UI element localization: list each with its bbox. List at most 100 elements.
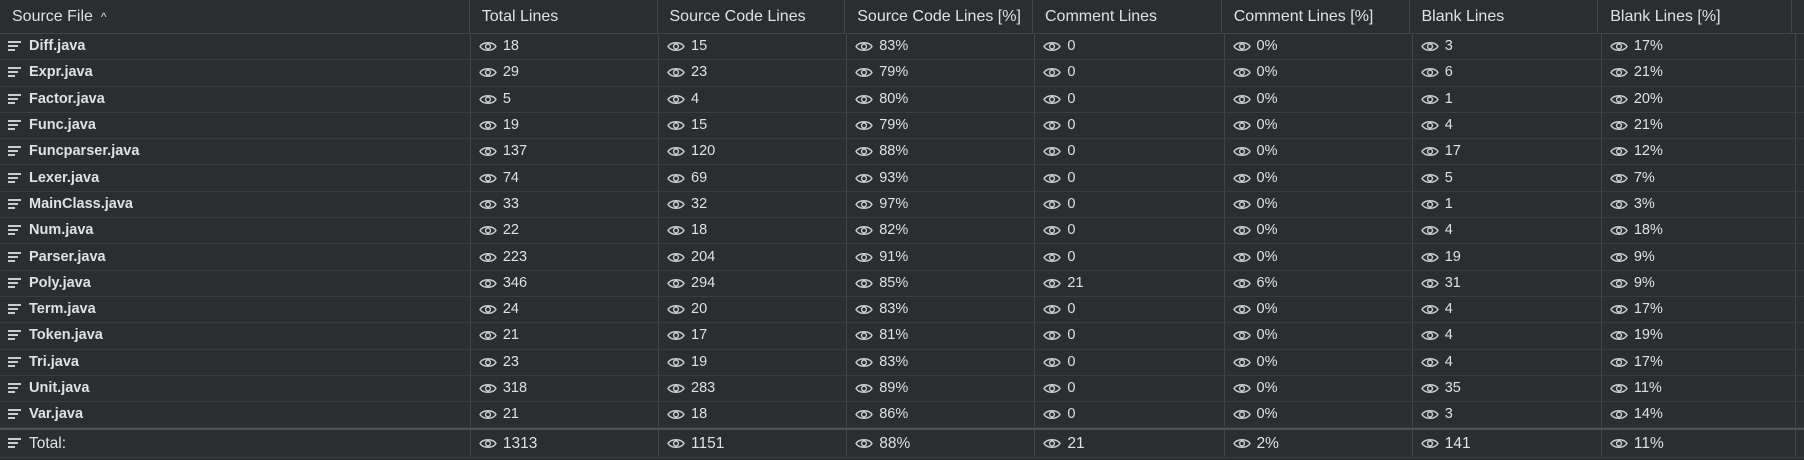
table-row[interactable]: Num.java 22 18 82% 0 0% 4 18% bbox=[0, 218, 1804, 245]
source-file-cell[interactable]: Func.java bbox=[0, 112, 471, 139]
source-code-lines-pct-cell: 82% bbox=[847, 218, 1036, 244]
blank-lines-cell: 17 bbox=[1413, 139, 1602, 165]
comment-lines-cell: 0 bbox=[1035, 402, 1225, 428]
file-name: Poly.java bbox=[29, 274, 91, 291]
source-code-lines-pct-cell: 89% bbox=[847, 375, 1036, 402]
blank-lines-pct-value: 21% bbox=[1633, 117, 1663, 134]
eye-icon bbox=[1420, 251, 1439, 264]
eye-icon bbox=[1420, 356, 1439, 369]
source-file-cell[interactable]: MainClass.java bbox=[0, 191, 471, 218]
sort-ascending-icon[interactable]: ^ bbox=[101, 10, 107, 24]
blank-lines-value: 4 bbox=[1444, 117, 1453, 134]
blank-lines-value: 3 bbox=[1444, 38, 1453, 55]
comment-lines-cell: 0 bbox=[1035, 60, 1225, 86]
total-lines-value: 23 bbox=[502, 353, 519, 370]
source-file-cell[interactable]: Num.java bbox=[0, 218, 471, 244]
table-row[interactable]: Factor.java 5 4 80% 0 0% 1 20% bbox=[0, 86, 1804, 113]
column-header-blank-lines[interactable]: Blank Lines bbox=[1410, 0, 1599, 33]
comment-lines-cell: 0 bbox=[1035, 112, 1225, 139]
eye-icon bbox=[855, 93, 874, 106]
column-header-total-lines[interactable]: Total Lines bbox=[470, 0, 658, 33]
source-code-lines-pct-value: 81% bbox=[879, 327, 909, 344]
blank-lines-cell: 3 bbox=[1413, 34, 1602, 60]
source-file-cell[interactable]: Unit.java bbox=[0, 375, 471, 402]
eye-icon bbox=[667, 145, 685, 158]
source-code-lines-value: 120 bbox=[691, 143, 716, 160]
comment-lines-pct-cell: 0% bbox=[1225, 218, 1413, 244]
eye-icon bbox=[479, 224, 497, 237]
blank-lines-value: 19 bbox=[1444, 248, 1461, 265]
source-code-lines-pct-value: 91% bbox=[879, 248, 909, 265]
total-lines-value: 223 bbox=[502, 248, 528, 265]
source-code-lines-value: 32 bbox=[691, 195, 708, 212]
source-file-cell[interactable]: Funcparser.java bbox=[0, 139, 471, 165]
comment-lines-value: 0 bbox=[1067, 353, 1076, 370]
blank-lines-pct-cell: 21% bbox=[1602, 60, 1796, 86]
eye-icon bbox=[855, 356, 874, 369]
table-row[interactable]: Unit.java 318 283 89% 0 0% 35 11% bbox=[0, 375, 1804, 403]
blank-lines-cell: 35 bbox=[1413, 375, 1602, 402]
total-row[interactable]: Total: 1313 1151 88% 21 2% 141 11% bbox=[0, 428, 1804, 459]
table-row[interactable]: Var.java 21 18 86% 0 0% 3 14% bbox=[0, 402, 1804, 429]
source-file-cell[interactable]: Factor.java bbox=[0, 86, 471, 112]
column-header-comment-lines-pct[interactable]: Comment Lines [%] bbox=[1222, 0, 1410, 33]
eye-icon bbox=[667, 277, 685, 290]
source-file-cell[interactable]: Expr.java bbox=[0, 60, 471, 86]
table-row[interactable]: Expr.java 29 23 79% 0 0% 6 21% bbox=[0, 60, 1804, 87]
column-header-source-code-lines[interactable]: Source Code Lines bbox=[658, 0, 846, 33]
column-header-comment-lines[interactable]: Comment Lines bbox=[1033, 0, 1222, 33]
table-row[interactable]: Funcparser.java 137 120 88% 0 0% 17 12% bbox=[0, 139, 1804, 166]
source-file-cell[interactable]: Tri.java bbox=[0, 349, 471, 375]
table-row[interactable]: Diff.java 18 15 83% 0 0% 3 17% bbox=[0, 34, 1804, 61]
table-row[interactable]: Func.java 19 15 79% 0 0% 4 21% bbox=[0, 112, 1804, 140]
source-file-cell[interactable]: Diff.java bbox=[0, 34, 471, 60]
eye-icon bbox=[667, 356, 685, 369]
column-header-source-file[interactable]: Source File ^ bbox=[0, 0, 470, 33]
row-filler bbox=[1796, 139, 1804, 164]
source-code-lines-pct-value: 80% bbox=[879, 90, 909, 107]
table-row[interactable]: MainClass.java 33 32 97% 0 0% 1 3% bbox=[0, 191, 1804, 219]
source-code-lines-pct-cell: 80% bbox=[847, 86, 1036, 112]
comment-lines-pct-value: 0% bbox=[1256, 169, 1278, 186]
eye-icon bbox=[1043, 172, 1062, 185]
eye-icon bbox=[1610, 356, 1628, 369]
source-file-cell[interactable]: Parser.java bbox=[0, 244, 471, 270]
table-row[interactable]: Tri.java 23 19 83% 0 0% 4 17% bbox=[0, 349, 1804, 376]
source-file-cell[interactable]: Total: bbox=[0, 430, 471, 458]
table-row[interactable]: Poly.java 346 294 85% 21 6% 31 9% bbox=[0, 270, 1804, 297]
source-file-cell[interactable]: Lexer.java bbox=[0, 165, 471, 191]
table-row[interactable]: Term.java 24 20 83% 0 0% 4 17% bbox=[0, 296, 1804, 324]
source-file-cell[interactable]: Poly.java bbox=[0, 270, 471, 296]
eye-icon bbox=[667, 93, 685, 106]
table-row[interactable]: Parser.java 223 204 91% 0 0% 19 9% bbox=[0, 244, 1804, 271]
source-code-lines-cell: 18 bbox=[659, 402, 848, 428]
file-name: Term.java bbox=[29, 301, 96, 318]
source-code-lines-pct-value: 79% bbox=[879, 64, 909, 81]
eye-icon bbox=[1232, 277, 1251, 290]
source-code-lines-value: 294 bbox=[691, 274, 716, 291]
eye-icon bbox=[1610, 303, 1628, 316]
eye-icon bbox=[1232, 329, 1251, 342]
column-header-blank-lines-pct[interactable]: Blank Lines [%] bbox=[1598, 0, 1792, 33]
source-file-cell[interactable]: Token.java bbox=[0, 323, 471, 349]
source-file-cell[interactable]: Term.java bbox=[0, 296, 471, 323]
eye-icon bbox=[1232, 40, 1251, 53]
table-row[interactable]: Token.java 21 17 81% 0 0% 4 19% bbox=[0, 323, 1804, 350]
eye-icon bbox=[667, 224, 685, 237]
column-header-source-code-lines-pct[interactable]: Source Code Lines [%] bbox=[845, 0, 1033, 33]
eye-icon bbox=[1420, 172, 1439, 185]
comment-lines-pct-cell: 0% bbox=[1225, 323, 1413, 349]
table-row[interactable]: Lexer.java 74 69 93% 0 0% 5 7% bbox=[0, 165, 1804, 192]
eye-icon bbox=[667, 437, 685, 450]
blank-lines-pct-cell: 18% bbox=[1602, 218, 1796, 244]
file-name: Lexer.java bbox=[29, 169, 100, 186]
total-lines-cell: 1313 bbox=[471, 430, 660, 458]
source-code-lines-pct-value: 88% bbox=[879, 434, 911, 452]
total-lines-cell: 137 bbox=[471, 139, 660, 165]
eye-icon bbox=[667, 172, 685, 185]
eye-icon bbox=[1610, 40, 1628, 53]
eye-icon bbox=[855, 329, 874, 342]
source-file-cell[interactable]: Var.java bbox=[0, 402, 471, 428]
lines-icon bbox=[8, 67, 22, 78]
eye-icon bbox=[667, 303, 685, 316]
